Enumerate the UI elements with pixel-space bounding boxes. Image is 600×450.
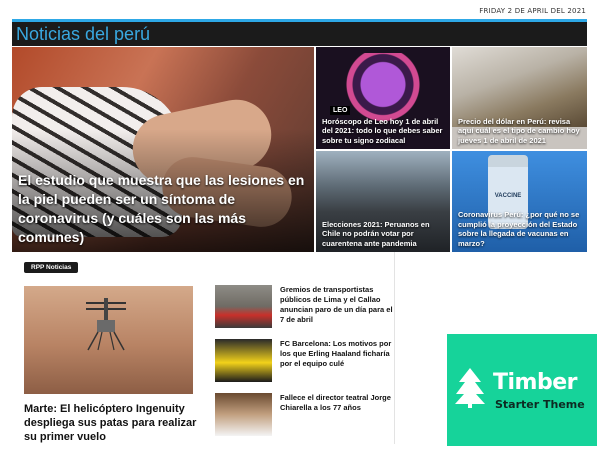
tile-title[interactable]: Coronavirus Perú: ¿por qué no se cumplió…: [458, 210, 581, 248]
list-item[interactable]: FC Barcelona: Los motivos por los que Er…: [215, 339, 393, 384]
tile-title[interactable]: Precio del dólar en Perú: revisa aquí cu…: [458, 117, 581, 146]
site-header: Noticias del perú: [12, 19, 587, 46]
tile-article-elections[interactable]: Elecciones 2021: Peruanos en Chile no po…: [316, 151, 450, 252]
tile-title[interactable]: Elecciones 2021: Peruanos en Chile no po…: [322, 220, 444, 249]
site-brand-link[interactable]: Noticias del perú: [16, 24, 150, 45]
tile-label: LEO: [330, 106, 351, 115]
sponsor-name: Timber: [493, 370, 578, 395]
hero-article[interactable]: El estudio que muestra que las lesiones …: [12, 47, 314, 252]
tile-article-dollar[interactable]: Precio del dólar en Perú: revisa aquí cu…: [452, 47, 587, 149]
list-item-thumbnail[interactable]: [215, 339, 272, 382]
tile-title[interactable]: Horóscopo de Leo hoy 1 de abril del 2021…: [322, 117, 444, 146]
vial-label: VACCINE: [494, 193, 522, 199]
list-item-thumbnail[interactable]: [215, 285, 272, 328]
section-tag[interactable]: RPP Noticias: [24, 262, 79, 273]
list-item[interactable]: Gremios de transportistas públicos de Li…: [215, 285, 393, 330]
sponsor-banner[interactable]: Timber Starter Theme: [447, 334, 597, 446]
list-item[interactable]: Fallece el director teatral Jorge Chiare…: [215, 393, 393, 438]
current-date: FRIDAY 2 DE APRIL DEL 2021: [479, 7, 586, 15]
featured-title[interactable]: Marte: El helicóptero Ingenuity desplieg…: [24, 402, 202, 444]
list-item-thumbnail[interactable]: [215, 393, 272, 436]
helicopter-icon: [86, 298, 126, 351]
tree-icon: [455, 368, 485, 408]
list-item-title[interactable]: Gremios de transportistas públicos de Li…: [280, 285, 395, 325]
list-item-title[interactable]: FC Barcelona: Los motivos por los que Er…: [280, 339, 395, 369]
sponsor-subtitle: Starter Theme: [495, 398, 585, 411]
tile-article-vaccines[interactable]: VACCINE Coronavirus Perú: ¿por qué no se…: [452, 151, 587, 252]
tile-article-horoscope[interactable]: LEO Horóscopo de Leo hoy 1 de abril del …: [316, 47, 450, 149]
tile-image: [452, 47, 587, 127]
hero-title[interactable]: El estudio que muestra que las lesiones …: [18, 171, 308, 247]
list-item-title[interactable]: Fallece el director teatral Jorge Chiare…: [280, 393, 395, 413]
featured-image[interactable]: [24, 286, 193, 394]
